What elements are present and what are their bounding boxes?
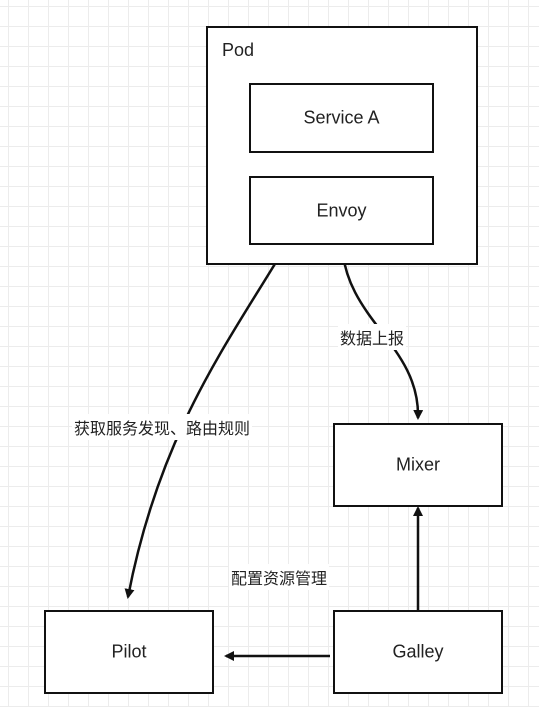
service-a-node: Service A — [249, 83, 434, 153]
envoy-to-pilot-label: 获取服务发现、路由规则 — [72, 414, 253, 440]
mixer-label: Mixer — [396, 454, 440, 475]
mixer-node: Mixer — [333, 423, 503, 507]
service-a-label: Service A — [303, 107, 380, 128]
pod-label: Pod — [222, 40, 255, 60]
envoy-label: Envoy — [316, 200, 367, 220]
envoy-node: Envoy — [249, 176, 434, 245]
galley-node: Galley — [333, 610, 503, 694]
envoy-to-mixer-label: 数据上报 — [338, 324, 407, 350]
galley-label: Galley — [392, 641, 444, 662]
pilot-node: Pilot — [44, 610, 214, 694]
galley-config-label: 配置资源管理 — [229, 564, 330, 590]
pilot-label: Pilot — [111, 641, 147, 662]
